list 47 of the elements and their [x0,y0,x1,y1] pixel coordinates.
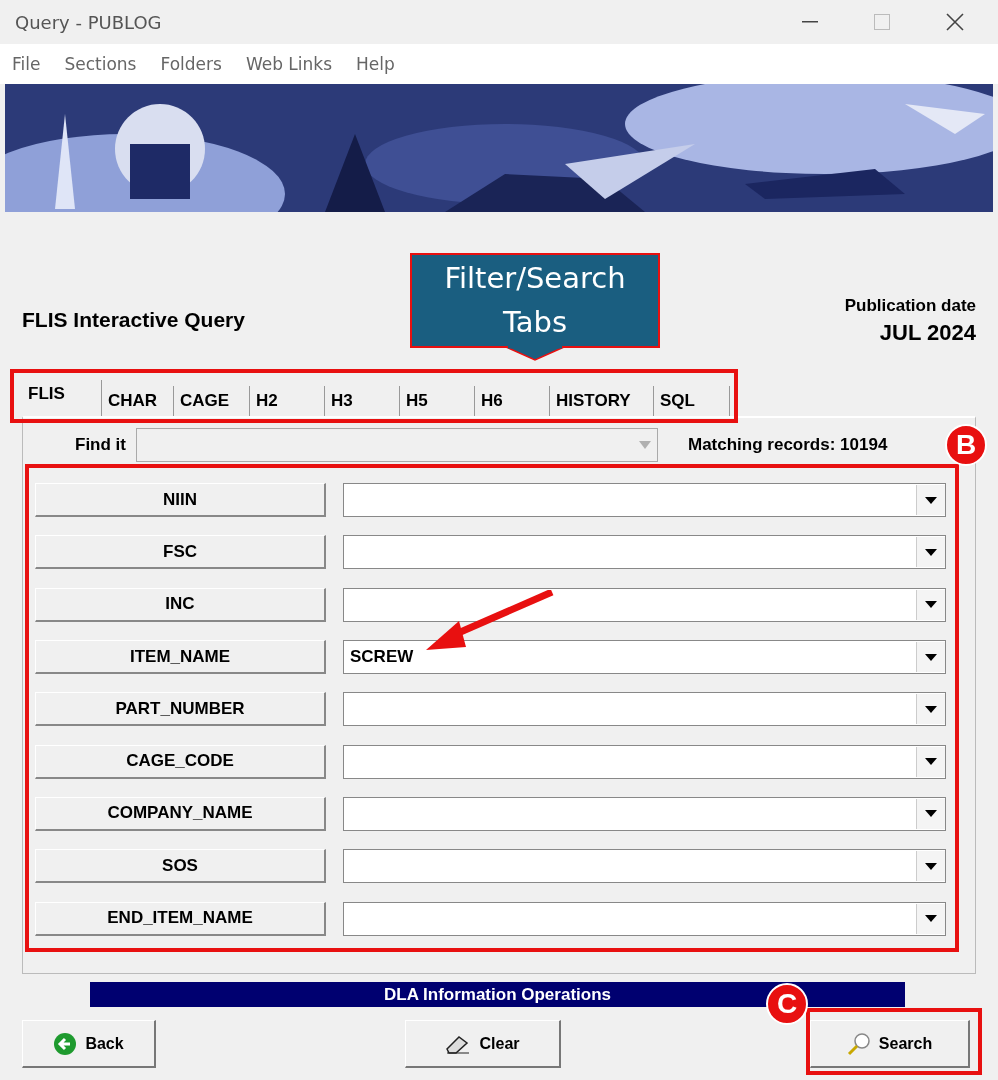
field-button[interactable]: COMPANY_NAME [35,796,326,831]
combo-field[interactable] [343,692,946,727]
menu-item[interactable]: Help [356,54,395,74]
window-title: Query - PUBLOG [15,11,162,33]
minimize-icon[interactable] [802,21,818,23]
dropdown-arrow-icon [925,915,937,922]
eraser-icon [445,1033,472,1054]
publication-date: JUL 2024 [879,320,976,346]
combo-field[interactable]: SCREW [343,640,946,675]
field-button[interactable]: FSC [35,535,326,570]
back-button[interactable]: Back [22,1020,156,1068]
menu-item[interactable]: Folders [160,54,222,74]
dropdown-arrow-icon [925,653,937,661]
combo-field[interactable] [343,901,946,936]
dropdown-arrow-icon [925,810,937,818]
combo-field[interactable] [343,744,946,779]
dropdown-arrow-icon [639,441,651,449]
dropdown-arrow-icon [925,496,937,504]
field-button[interactable]: PART_NUMBER [35,692,326,727]
callout-pointer [505,346,565,361]
field-button[interactable]: INC [35,587,326,622]
find-label: Find it [74,435,126,455]
combo-field[interactable] [343,849,946,884]
dropdown-arrow-icon [925,862,937,870]
field-button[interactable]: ITEM_NAME [35,640,326,675]
combo-field[interactable] [343,796,946,831]
matching-records: Matching records: 10194 [688,435,888,455]
menu-item[interactable]: Sections [64,54,137,74]
dropdown-arrow-icon [925,601,937,609]
close-icon[interactable] [946,13,964,31]
dropdown-arrow-icon [925,705,937,713]
field-button[interactable]: END_ITEM_NAME [35,901,326,936]
search-button[interactable]: Search [810,1020,970,1068]
search-icon [846,1031,871,1056]
clear-button[interactable]: Clear [405,1020,561,1068]
dropdown-arrow-icon [925,758,937,766]
field-button[interactable]: SOS [35,849,326,884]
menu-item[interactable]: File [12,54,41,74]
dropdown-arrow-icon [925,548,937,556]
query-title: FLIS Interactive Query [22,308,245,332]
combo-field[interactable] [343,483,946,518]
publication-date-label: Publication date [844,296,976,316]
menu-item[interactable]: Web Links [245,54,333,74]
field-button[interactable]: CAGE_CODE [35,744,326,779]
field-button[interactable]: NIIN [35,483,326,518]
combo-field[interactable] [343,535,946,570]
combo-field[interactable] [343,587,946,622]
